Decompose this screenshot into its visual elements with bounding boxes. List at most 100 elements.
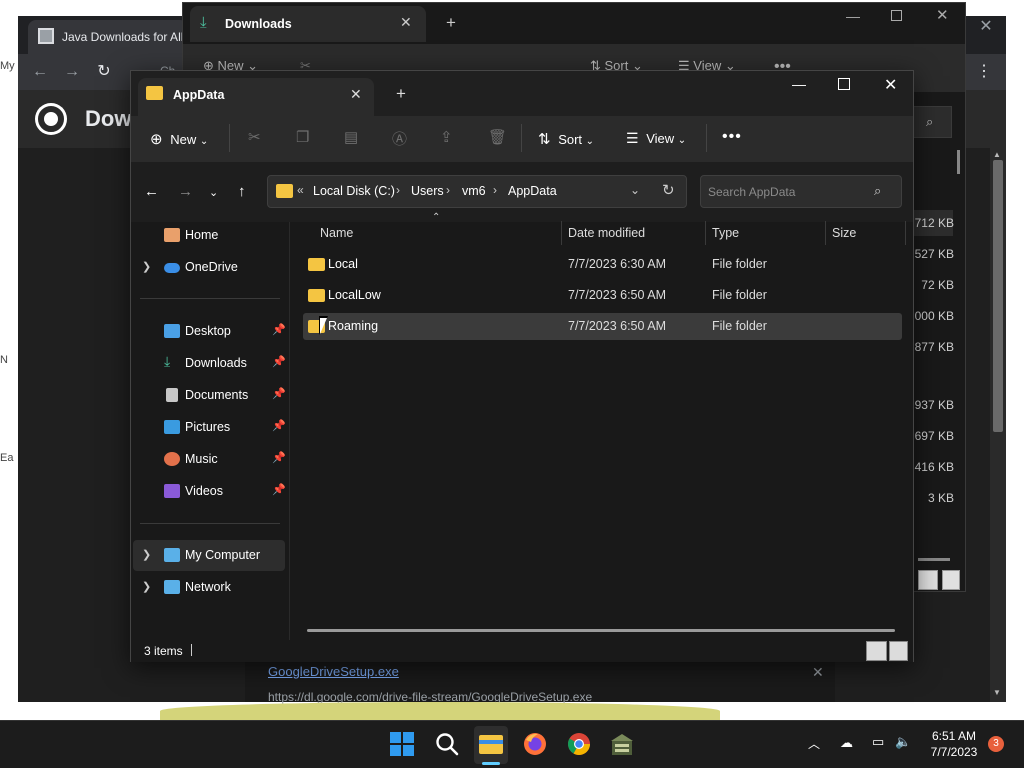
file-row-local[interactable]: Local 7/7/2023 6:30 AM File folder — [303, 251, 902, 278]
nav-item-onedrive[interactable]: ❯ OneDrive — [132, 252, 286, 282]
search-icon[interactable] — [434, 731, 460, 757]
nav-item-desktop[interactable]: Desktop 📌 — [132, 316, 286, 346]
maximize-icon[interactable] — [891, 10, 902, 21]
clock-time[interactable]: 6:51 AM — [924, 729, 984, 743]
scroll-down-icon[interactable]: ▼ — [993, 688, 1001, 697]
pin-icon[interactable]: 📌 — [272, 419, 286, 432]
new-tab-icon[interactable]: + — [446, 13, 456, 33]
nav-item-network[interactable]: ❯ Network — [132, 572, 286, 602]
paste-icon[interactable]: ▤ — [344, 128, 358, 146]
recent-locations-icon[interactable]: ⌄ — [209, 186, 218, 199]
file-date: 7/7/2023 6:50 AM — [568, 288, 666, 302]
copy-icon[interactable]: ❐ — [296, 128, 309, 146]
chrome-icon[interactable] — [566, 731, 592, 757]
back-icon[interactable]: ← — [144, 183, 159, 200]
close-tab-icon[interactable]: ✕ — [350, 86, 362, 103]
search-input[interactable] — [702, 176, 870, 207]
column-header-name[interactable]: Name — [320, 226, 353, 240]
pin-icon[interactable]: 📌 — [272, 355, 286, 368]
scroll-up-icon[interactable]: ▲ — [993, 150, 1001, 159]
nav-item-downloads[interactable]: ⤓ Downloads 📌 — [132, 348, 286, 378]
close-icon[interactable]: ✕ — [936, 6, 949, 24]
column-divider[interactable] — [905, 221, 906, 245]
chrome-scroll-thumb[interactable] — [993, 160, 1003, 432]
firefox-icon[interactable] — [522, 731, 548, 757]
column-header-type[interactable]: Type — [712, 226, 739, 240]
chrome-menu-icon[interactable]: ⋮ — [976, 60, 992, 84]
breadcrumb-appdata[interactable]: AppData — [508, 184, 557, 198]
pane-splitter[interactable] — [289, 222, 290, 640]
column-divider[interactable] — [825, 221, 826, 245]
column-header-size[interactable]: Size — [832, 226, 856, 240]
pin-icon[interactable]: 📌 — [272, 323, 286, 336]
file-row-locallow[interactable]: LocalLow 7/7/2023 6:50 AM File folder — [303, 282, 902, 309]
chevron-up-icon[interactable]: ︿ — [808, 735, 820, 752]
breadcrumb-local-disk[interactable]: Local Disk (C:) — [313, 184, 395, 198]
nav-item-documents[interactable]: Documents 📌 — [132, 380, 286, 410]
game-icon[interactable] — [609, 731, 635, 757]
maximize-icon[interactable] — [838, 78, 850, 90]
clock-date[interactable]: 7/7/2023 — [924, 745, 984, 759]
volume-icon[interactable]: 🔈 — [895, 734, 911, 750]
file-row-roaming[interactable]: Roaming 7/7/2023 6:50 AM File folder — [303, 313, 902, 340]
nav-item-music[interactable]: Music 📌 — [132, 444, 286, 474]
notification-badge[interactable]: 3 — [988, 736, 1004, 752]
pin-icon[interactable]: 📌 — [272, 483, 286, 496]
column-divider[interactable] — [561, 221, 562, 245]
file-size: 72 KB — [921, 278, 954, 292]
nav-item-videos[interactable]: Videos 📌 — [132, 476, 286, 506]
details-view-icon[interactable] — [918, 570, 938, 590]
rename-icon[interactable]: Ⓐ — [392, 128, 407, 149]
file-explorer-icon[interactable] — [478, 732, 504, 756]
column-divider[interactable] — [705, 221, 706, 245]
tiles-view-icon[interactable] — [889, 641, 908, 661]
nav-item-my-computer[interactable]: ❯ My Computer — [132, 540, 286, 570]
file-type: File folder — [712, 288, 767, 302]
tiles-view-icon[interactable] — [942, 570, 960, 590]
refresh-icon[interactable]: ↻ — [662, 181, 675, 199]
downloads-hscroll[interactable] — [918, 558, 950, 561]
downloads-scrollbar[interactable] — [957, 150, 960, 174]
minimize-icon[interactable]: — — [792, 76, 806, 92]
chrome-close-icon[interactable]: ✕ — [972, 16, 1000, 36]
onedrive-offline-icon[interactable]: ☁ — [840, 735, 853, 751]
delete-icon[interactable]: 🗑 — [488, 128, 507, 146]
nav-item-pictures[interactable]: Pictures 📌 — [132, 412, 286, 442]
download-file-link[interactable]: GoogleDriveSetup.exe — [268, 664, 399, 679]
horizontal-scrollbar[interactable] — [307, 629, 895, 632]
close-tab-icon[interactable]: ✕ — [400, 14, 412, 31]
breadcrumb-users[interactable]: Users — [411, 184, 444, 198]
cut-icon[interactable]: ✂ — [248, 128, 261, 146]
overflow-chevron-icon[interactable]: « — [297, 183, 304, 197]
reload-icon[interactable]: ↻ — [94, 60, 114, 84]
sort-button[interactable]: ⇅ Sort ⌄ — [538, 130, 594, 148]
new-tab-icon[interactable]: + — [396, 84, 406, 104]
new-button[interactable]: ⊕ New ⌄ — [150, 130, 208, 148]
nav-item-home[interactable]: Home — [132, 220, 286, 250]
desktop-icon — [164, 324, 180, 338]
chevron-right-icon[interactable]: › — [396, 183, 400, 197]
view-button[interactable]: ☰ View ⌄ — [626, 130, 686, 147]
pin-icon[interactable]: 📌 — [272, 451, 286, 464]
close-icon[interactable]: ✕ — [884, 75, 897, 95]
start-icon[interactable] — [389, 731, 415, 757]
network-icon[interactable]: ▭ — [872, 734, 884, 750]
share-icon[interactable]: ⇪ — [440, 128, 453, 146]
breadcrumb-vm6[interactable]: vm6 — [462, 184, 486, 198]
more-options-icon[interactable]: ••• — [722, 128, 742, 146]
forward-icon[interactable]: → — [178, 183, 193, 200]
chevron-right-icon[interactable]: ❯ — [142, 548, 151, 561]
column-header-date[interactable]: Date modified — [568, 226, 645, 240]
chevron-right-icon[interactable]: ❯ — [142, 580, 151, 593]
minimize-icon[interactable]: — — [846, 8, 860, 24]
chevron-right-icon[interactable]: › — [446, 183, 450, 197]
up-icon[interactable]: ↑ — [238, 183, 246, 200]
details-view-icon[interactable] — [866, 641, 887, 661]
download-dismiss-icon[interactable]: ✕ — [812, 664, 824, 681]
chevron-right-icon[interactable]: ❯ — [142, 260, 151, 273]
pin-icon[interactable]: 📌 — [272, 387, 286, 400]
chevron-right-icon[interactable]: › — [493, 183, 497, 197]
forward-icon[interactable]: → — [62, 60, 82, 84]
chevron-down-icon[interactable]: ⌄ — [630, 183, 640, 197]
back-icon[interactable]: ← — [30, 60, 50, 84]
